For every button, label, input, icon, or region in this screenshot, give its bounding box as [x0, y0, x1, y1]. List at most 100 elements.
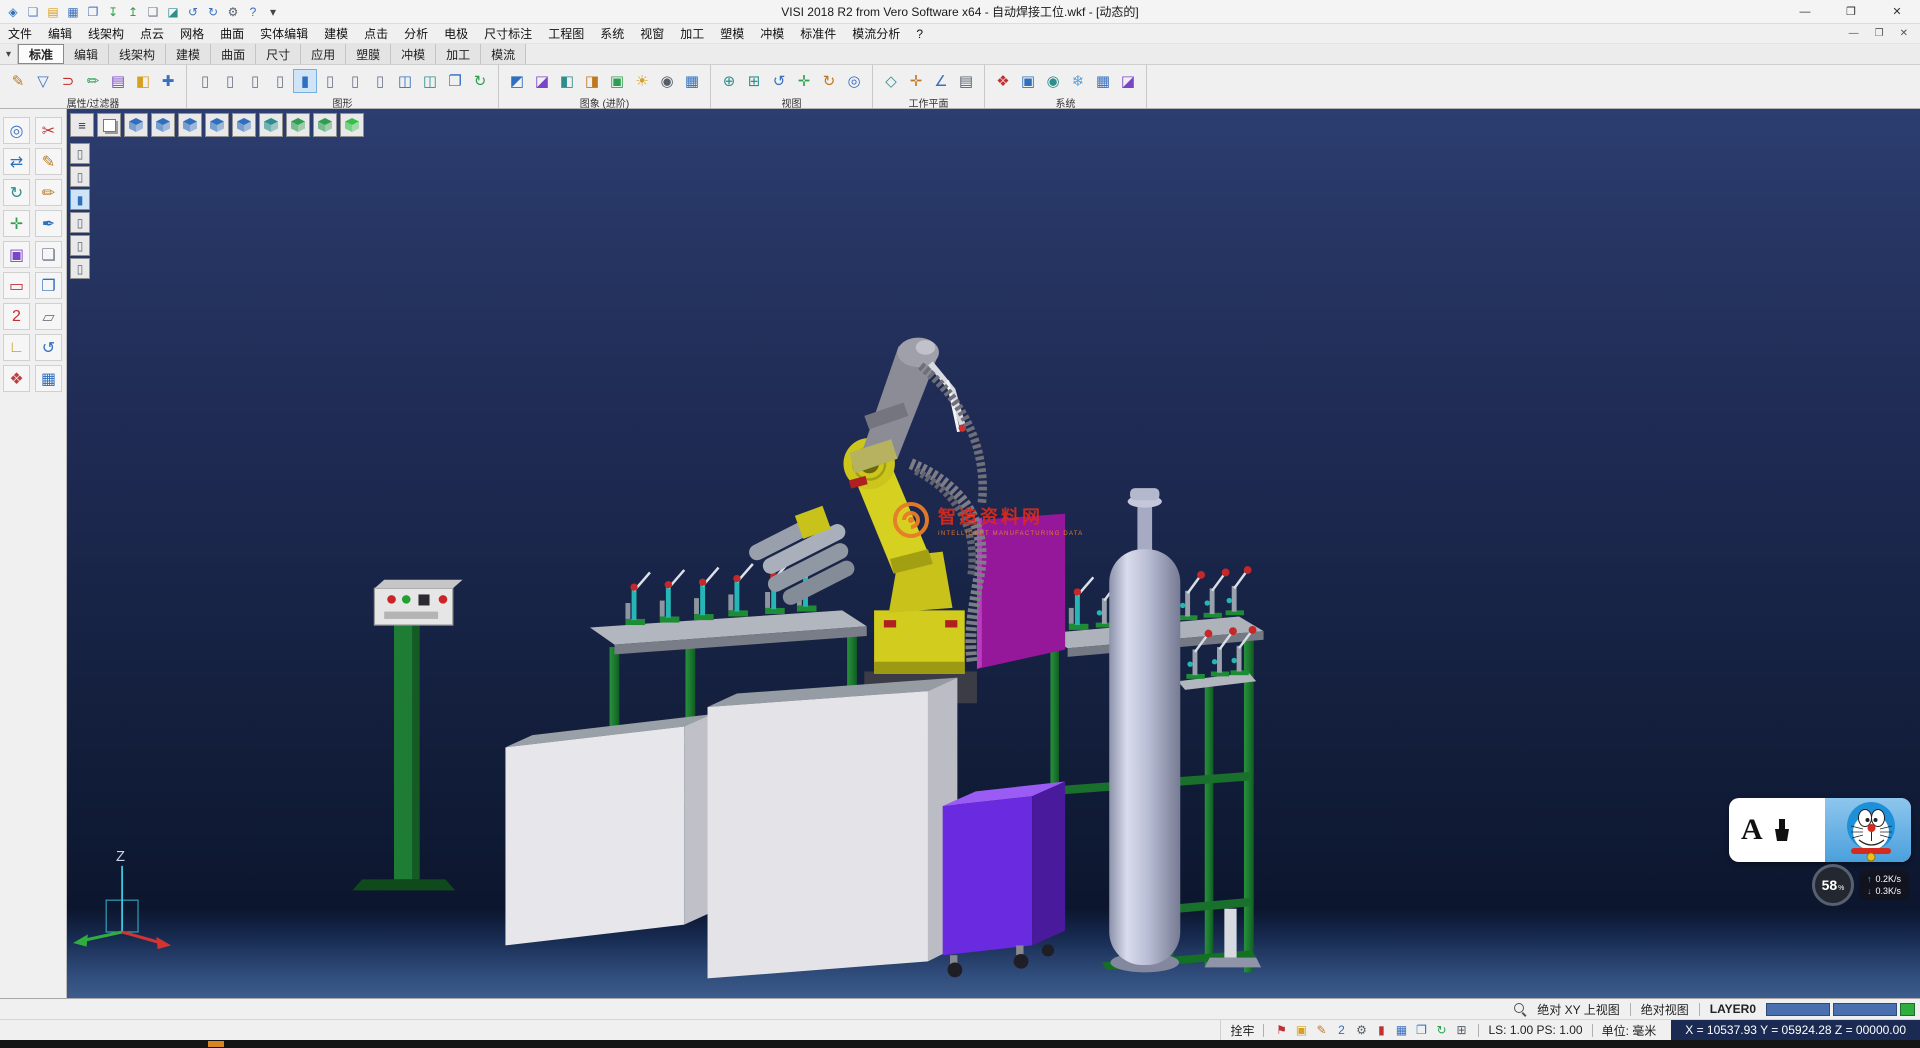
menu-item[interactable]: 网格 [172, 25, 212, 42]
shaded-mode-icon[interactable]: ▮ [293, 69, 317, 93]
menu-item[interactable]: 尺寸标注 [476, 25, 540, 42]
search-icon[interactable] [1514, 1003, 1527, 1016]
view-back-icon[interactable] [232, 113, 256, 137]
rotate-entity-icon[interactable]: ↻ [3, 179, 30, 206]
render-mixed-icon[interactable]: ◨ [580, 69, 604, 93]
save-all-icon[interactable]: ❐ [84, 3, 102, 21]
color-filter-icon[interactable]: ◧ [131, 69, 155, 93]
scale-label[interactable]: LS: 1.00 PS: 1.00 [1479, 1023, 1591, 1037]
tab-overflow-button[interactable]: ▾ [0, 44, 18, 64]
tab-stamping[interactable]: 冲模 [391, 44, 436, 64]
tab-application[interactable]: 应用 [301, 44, 346, 64]
view-reference-label[interactable]: 绝对视图 [1641, 1001, 1689, 1018]
sketch-pencil-icon[interactable]: ✎ [35, 148, 62, 175]
help-icon[interactable]: ? [244, 3, 262, 21]
save-icon[interactable]: ▦ [64, 3, 82, 21]
view-left-icon[interactable] [259, 113, 283, 137]
view-menu-icon[interactable]: ≡ [70, 113, 94, 137]
tab-machining[interactable]: 加工 [436, 44, 481, 64]
menu-item[interactable]: 模流分析 [844, 25, 908, 42]
help2-icon[interactable]: 2 [1332, 1021, 1350, 1039]
display-state-icon-6[interactable]: ▯ [70, 258, 90, 279]
snowflake-icon[interactable]: ❄ [1066, 69, 1090, 93]
draft-pen-icon[interactable]: ✏ [35, 179, 62, 206]
magnet-icon[interactable]: ⊃ [56, 69, 80, 93]
material-icon[interactable]: ▮ [1372, 1021, 1390, 1039]
solid-box-icon[interactable]: ❐ [35, 272, 62, 299]
floating-widget[interactable]: A [1729, 798, 1911, 906]
filter-icon[interactable]: ▽ [31, 69, 55, 93]
mdi-restore-button[interactable]: ❐ [1875, 28, 1884, 39]
database-table-icon[interactable]: ▦ [1091, 69, 1115, 93]
status-chip-green[interactable] [1900, 1003, 1915, 1016]
show-curves-icon[interactable]: ▯ [218, 69, 242, 93]
menu-item[interactable]: 塑模 [712, 25, 752, 42]
zoom-all-icon[interactable]: ⊕ [717, 69, 741, 93]
show-points-icon[interactable]: ▯ [193, 69, 217, 93]
netspeed-pill[interactable]: ↑ 0.2K/s ↓ 0.3K/s [1859, 870, 1909, 900]
display-state-icon-4[interactable]: ▯ [70, 212, 90, 233]
taskbar-app-chip[interactable] [208, 1041, 224, 1047]
quick-filter-icon[interactable]: ✚ [156, 69, 180, 93]
menu-item[interactable]: 文件 [0, 25, 40, 42]
export-sheet-icon[interactable]: ▦ [35, 365, 62, 392]
globe-icon[interactable]: ◉ [1041, 69, 1065, 93]
show-solids-icon[interactable]: ▯ [268, 69, 292, 93]
viewport-3d[interactable]: Z ≡ [67, 109, 1920, 998]
menu-item[interactable]: 系统 [592, 25, 632, 42]
two-point-icon[interactable]: 2 [3, 303, 30, 330]
units-label[interactable]: 单位: 毫米 [1593, 1022, 1666, 1039]
lock-label[interactable]: 拴牢 [1221, 1022, 1263, 1039]
move-entity-icon[interactable]: ✛ [3, 210, 30, 237]
workplane-align-icon[interactable]: ∠ [929, 69, 953, 93]
rotate-view-icon[interactable]: ↻ [817, 69, 841, 93]
palette-icon[interactable]: ❖ [3, 365, 30, 392]
menu-item[interactable]: 标准件 [792, 25, 844, 42]
redo-icon[interactable]: ↻ [204, 3, 222, 21]
new-file-icon[interactable]: ❏ [24, 3, 42, 21]
tab-surface[interactable]: 曲面 [211, 44, 256, 64]
show-surfaces-icon[interactable]: ▯ [243, 69, 267, 93]
menu-item[interactable]: ? [908, 27, 931, 41]
system-monitor-icon[interactable]: ▣ [1016, 69, 1040, 93]
paint-icon[interactable]: ✎ [1312, 1021, 1330, 1039]
annotate-icon[interactable]: ✒ [35, 210, 62, 237]
lighting-icon[interactable]: ☀ [630, 69, 654, 93]
taskbar-sliver[interactable] [0, 1040, 1920, 1048]
mdi-close-button[interactable]: ✕ [1900, 28, 1908, 39]
trim-icon[interactable]: ✂ [35, 117, 62, 144]
layout-grid-icon[interactable]: ⊞ [1452, 1021, 1470, 1039]
color-palette-icon[interactable]: ❖ [991, 69, 1015, 93]
render-wire-icon[interactable]: ◪ [530, 69, 554, 93]
view-top-icon[interactable] [151, 113, 175, 137]
menu-item[interactable]: 曲面 [212, 25, 252, 42]
wireframe-mode-icon[interactable]: ▯ [318, 69, 342, 93]
menu-item[interactable]: 分析 [396, 25, 436, 42]
restore-button[interactable]: ❐ [1828, 0, 1874, 24]
tab-standard[interactable]: 标准 [18, 44, 64, 64]
zoom-window-icon[interactable]: ⊞ [742, 69, 766, 93]
workplane-xy-icon[interactable]: ◇ [879, 69, 903, 93]
layer-filter-icon[interactable]: ▤ [106, 69, 130, 93]
menu-item[interactable]: 加工 [672, 25, 712, 42]
export-icon[interactable]: ↥ [124, 3, 142, 21]
cube-icon[interactable]: ◪ [164, 3, 182, 21]
background-icon[interactable]: ▦ [680, 69, 704, 93]
zoom-select-icon[interactable]: ◎ [3, 117, 30, 144]
menu-item[interactable]: 点击 [356, 25, 396, 42]
tab-wireframe[interactable]: 线架构 [109, 44, 166, 64]
view-front-icon[interactable] [178, 113, 202, 137]
texture-icon[interactable]: ▣ [605, 69, 629, 93]
import-icon[interactable]: ↧ [104, 3, 122, 21]
undo-icon[interactable]: ↺ [184, 3, 202, 21]
view-right-icon[interactable] [205, 113, 229, 137]
open-file-icon[interactable]: ▤ [44, 3, 62, 21]
close-button[interactable]: ✕ [1874, 0, 1920, 24]
settings-icon[interactable]: ⚙ [224, 3, 242, 21]
percent-badge[interactable]: 58 % [1812, 864, 1854, 906]
display-state-icon-1[interactable]: ▯ [70, 143, 90, 164]
transparency-icon[interactable]: ▯ [368, 69, 392, 93]
status-chip-blue-1[interactable] [1766, 1003, 1830, 1016]
render-hidden-icon[interactable]: ◧ [555, 69, 579, 93]
save-state-icon[interactable]: ❐ [1412, 1021, 1430, 1039]
